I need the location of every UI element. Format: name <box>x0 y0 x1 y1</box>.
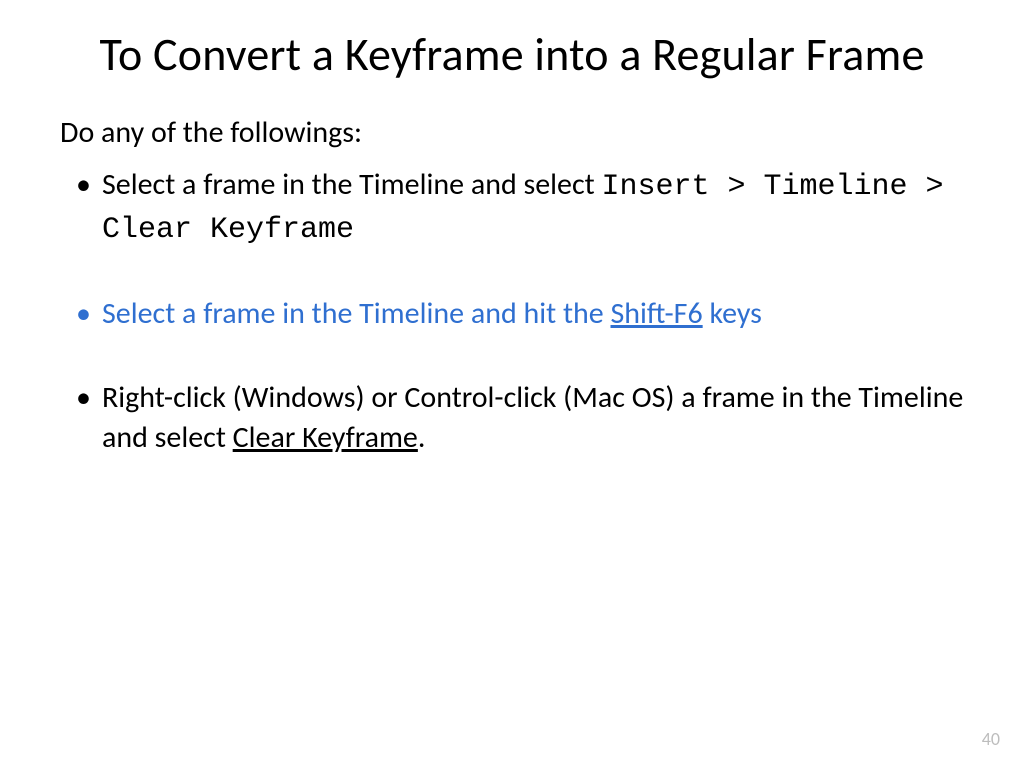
bullet-2-text-pre: Select a frame in the Timeline and hit t… <box>102 295 611 332</box>
bullet-2-key: Shift-F6 <box>611 295 703 332</box>
bullet-3-text-pre: Right-click (Windows) or Control-click (… <box>102 379 963 456</box>
bullet-list: Select a frame in the Timeline and selec… <box>60 165 964 457</box>
slide: To Convert a Keyframe into a Regular Fra… <box>0 0 1024 768</box>
bullet-2-text-post: keys <box>703 295 762 332</box>
page-number: 40 <box>982 728 1000 750</box>
slide-title: To Convert a Keyframe into a Regular Fra… <box>60 28 964 82</box>
bullet-item-3: Right-click (Windows) or Control-click (… <box>102 378 964 457</box>
intro-text: Do any of the followings: <box>60 114 964 151</box>
bullet-item-2: Select a frame in the Timeline and hit t… <box>102 294 964 334</box>
bullet-item-1: Select a frame in the Timeline and selec… <box>102 165 964 250</box>
spacer <box>102 250 964 294</box>
bullet-1-text: Select a frame in the Timeline and selec… <box>102 166 601 203</box>
bullet-3-text-post: . <box>418 419 426 456</box>
bullet-3-cmd: Clear Keyframe <box>233 419 418 456</box>
spacer <box>102 334 964 378</box>
